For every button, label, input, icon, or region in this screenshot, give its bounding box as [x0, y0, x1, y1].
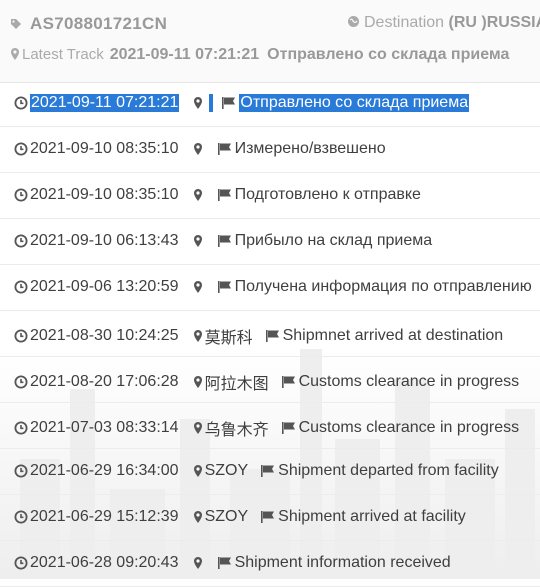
event-content: 2021-09-10 08:35:10 Подготовлено к отправ… [14, 186, 421, 204]
event-location: SZOY [205, 462, 249, 480]
flag-icon [217, 556, 233, 570]
tracking-header: AS708801721CN Destination (RU )RUSSIA La… [0, 0, 540, 83]
clock-icon [14, 510, 28, 524]
event-time: 2021-06-28 09:20:43 [30, 554, 179, 572]
flag-icon [217, 188, 233, 202]
map-pin-icon [10, 47, 20, 61]
event-status: Отправлено со склада приема [239, 94, 469, 112]
clock-icon [14, 280, 28, 294]
event-content: 2021-09-11 07:21:21 Отправлено со склада … [14, 94, 469, 112]
event-status: Подготовлено к отправке [235, 186, 421, 204]
event-content: 2021-06-29 16:34:00 SZOY Shipment departed… [14, 462, 499, 480]
map-pin-icon [193, 142, 203, 156]
map-pin-icon [193, 234, 203, 248]
clock-icon [14, 421, 28, 435]
map-pin-icon [193, 421, 203, 435]
event-status: Customs clearance in progress [299, 373, 520, 391]
tracking-event-row: 2021-09-10 06:13:43 Прибыло на склад прие… [0, 220, 540, 265]
clock-icon [14, 142, 28, 156]
event-location: SZOY [205, 508, 249, 526]
flag-icon [217, 142, 233, 156]
flag-icon [281, 421, 297, 435]
event-content: 2021-06-28 09:20:43 Shipment information … [14, 554, 451, 572]
event-content: 2021-09-10 08:35:10 Измерено/взвешено [14, 140, 386, 158]
flag-icon [265, 329, 281, 343]
clock-icon [14, 188, 28, 202]
flag-icon [281, 375, 297, 389]
event-content: 2021-08-20 17:06:28 阿拉木图 Customs clearance… [14, 370, 519, 394]
destination: Destination (RU )RUSSIA [347, 14, 540, 32]
event-time: 2021-09-10 06:13:43 [30, 232, 179, 250]
event-status: Shipment information received [235, 554, 451, 572]
event-content: 2021-09-06 13:20:59 Получена информация п… [14, 278, 532, 296]
event-status: Shipment departed from facility [278, 462, 499, 480]
tracking-number[interactable]: AS708801721CN [30, 14, 167, 33]
map-pin-icon [193, 329, 203, 343]
event-time: 2021-06-29 15:12:39 [30, 508, 179, 526]
event-content: 2021-07-03 08:33:14 乌鲁木齐 Customs clearance… [14, 416, 519, 440]
latest-track-time: 2021-09-11 07:21:21 [110, 46, 259, 63]
event-time: 2021-09-11 07:21:21 [30, 94, 179, 112]
clock-icon [14, 234, 28, 248]
event-content: 2021-08-30 10:24:25 莫斯科 Shipmnet arrived a… [14, 324, 503, 348]
tracking-event-row: 2021-08-20 17:06:28 阿拉木图 Customs clearance… [0, 358, 540, 403]
event-time: 2021-09-10 08:35:10 [30, 140, 179, 158]
flag-icon [221, 96, 237, 110]
map-pin-icon [193, 464, 203, 478]
event-time: 2021-09-06 13:20:59 [30, 278, 179, 296]
map-pin-icon [193, 188, 203, 202]
flag-icon [217, 280, 233, 294]
tracking-event-row: 2021-09-11 07:21:21 Отправлено со склада … [0, 82, 540, 127]
event-time: 2021-09-10 08:35:10 [30, 186, 179, 204]
event-status: Shipmnet arrived at destination [283, 327, 504, 345]
latest-track-status: Отправлено со склада приема [267, 46, 509, 63]
event-time: 2021-08-30 10:24:25 [30, 327, 179, 345]
header-row-tracking: AS708801721CN Destination (RU )RUSSIA [10, 14, 540, 40]
clock-icon [14, 96, 28, 110]
map-pin-icon [193, 280, 203, 294]
tracking-event-row: 2021-09-06 13:20:59 Получена информация п… [0, 266, 540, 311]
event-status: Прибыло на склад приема [235, 232, 433, 250]
event-content: 2021-09-10 06:13:43 Прибыло на склад прие… [14, 232, 432, 250]
event-status: Получена информация по отправлению [235, 278, 532, 296]
event-location: 乌鲁木齐 [205, 416, 269, 440]
tag-icon [10, 18, 22, 30]
flag-icon [260, 510, 276, 524]
map-pin-icon [193, 510, 203, 524]
flag-icon [260, 464, 276, 478]
header-row-latest-track: Latest Track 2021-09-11 07:21:21 Отправлен… [10, 46, 540, 72]
tracking-event-row: 2021-09-10 08:35:10 Подготовлено к отправ… [0, 174, 540, 219]
event-time: 2021-07-03 08:33:14 [30, 419, 179, 437]
event-content: 2021-06-29 15:12:39 SZOY Shipment arrived … [14, 508, 466, 526]
flag-icon [217, 234, 233, 248]
destination-label: Destination [364, 14, 444, 31]
event-time: 2021-06-29 16:34:00 [30, 462, 179, 480]
tracking-event-row: 2021-06-29 15:12:39 SZOY Shipment arrived … [0, 496, 540, 541]
event-location: 莫斯科 [205, 324, 253, 348]
event-status: Shipment arrived at facility [278, 508, 466, 526]
event-status: Customs clearance in progress [299, 419, 520, 437]
tracking-event-row: 2021-06-29 16:34:00 SZOY Shipment departed… [0, 450, 540, 495]
tracking-event-row: 2021-09-10 08:35:10 Измерено/взвешено [0, 128, 540, 173]
map-pin-icon [193, 375, 203, 389]
globe-icon [347, 15, 360, 28]
clock-icon [14, 464, 28, 478]
tracking-event-row: 2021-08-30 10:24:25 莫斯科 Shipmnet arrived a… [0, 312, 540, 357]
event-location: 阿拉木图 [205, 370, 269, 394]
tracking-event-row: 2021-06-28 09:20:43 Shipment information … [0, 542, 540, 587]
text-selection-caret [209, 94, 213, 112]
clock-icon [14, 375, 28, 389]
event-time: 2021-08-20 17:06:28 [30, 373, 179, 391]
clock-icon [14, 329, 28, 343]
latest-track-label: Latest Track [22, 46, 104, 63]
map-pin-icon [193, 96, 203, 110]
destination-value: (RU )RUSSIA [449, 14, 540, 31]
event-status: Измерено/взвешено [235, 140, 386, 158]
clock-icon [14, 556, 28, 570]
map-pin-icon [193, 556, 203, 570]
tracking-event-row: 2021-07-03 08:33:14 乌鲁木齐 Customs clearance… [0, 404, 540, 449]
